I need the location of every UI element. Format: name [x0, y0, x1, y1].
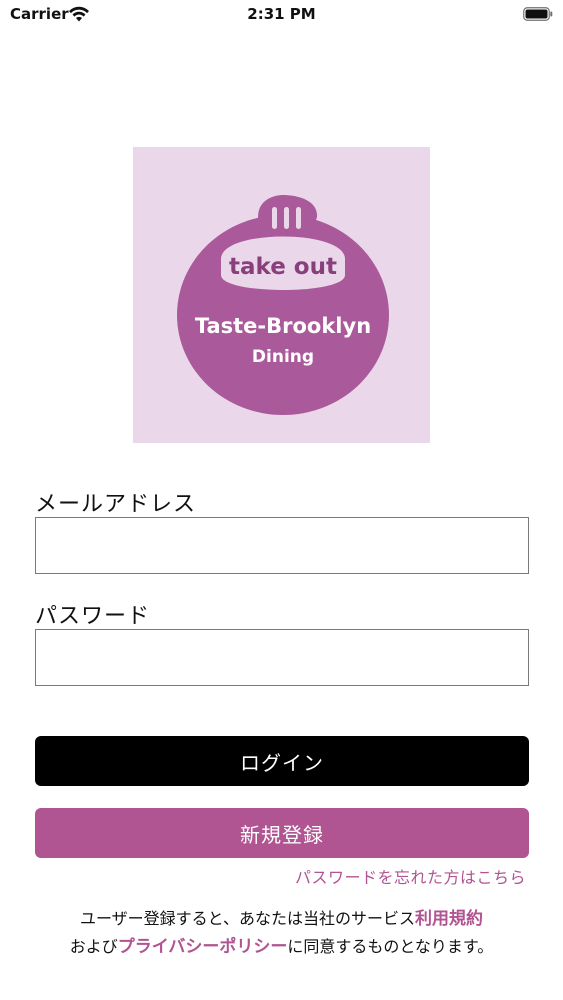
clock: 2:31 PM — [247, 5, 316, 23]
terms-text-prefix: ユーザー登録すると、あなたは当社のサービス — [79, 909, 416, 928]
login-screen: Carrier 2:31 PM take out Taste-Brooklyn … — [0, 0, 563, 1000]
status-bar: Carrier 2:31 PM — [0, 0, 563, 30]
terms-of-service-link[interactable]: 利用規約 — [415, 909, 483, 929]
takeout-bag-logo: take out Taste-Brooklyn Dining — [177, 195, 389, 415]
email-label: メールアドレス — [35, 492, 197, 517]
logo-text-takeout: take out — [229, 254, 337, 280]
terms-text-and: および — [69, 937, 118, 956]
password-label: パスワード — [35, 604, 151, 629]
logo-text-dining: Dining — [252, 347, 314, 367]
terms-line-1: ユーザー登録すると、あなたは当社のサービス利用規約 — [20, 905, 543, 933]
logo-text-brand: Taste-Brooklyn — [195, 314, 371, 338]
battery-icon — [523, 7, 553, 21]
email-field[interactable] — [35, 517, 529, 574]
login-button[interactable]: ログイン — [35, 736, 529, 786]
signup-button[interactable]: 新規登録 — [35, 808, 529, 858]
terms-text-suffix: に同意するものとなります。 — [287, 937, 494, 956]
terms-notice: ユーザー登録すると、あなたは当社のサービス利用規約 およびプライバシーポリシーに… — [20, 905, 543, 961]
terms-line-2: およびプライバシーポリシーに同意するものとなります。 — [20, 933, 543, 961]
app-logo: take out Taste-Brooklyn Dining — [133, 147, 430, 443]
privacy-policy-link[interactable]: プライバシーポリシー — [118, 937, 288, 957]
forgot-password-link[interactable]: パスワードを忘れた方はこちら — [295, 864, 526, 888]
password-field[interactable] — [35, 629, 529, 686]
